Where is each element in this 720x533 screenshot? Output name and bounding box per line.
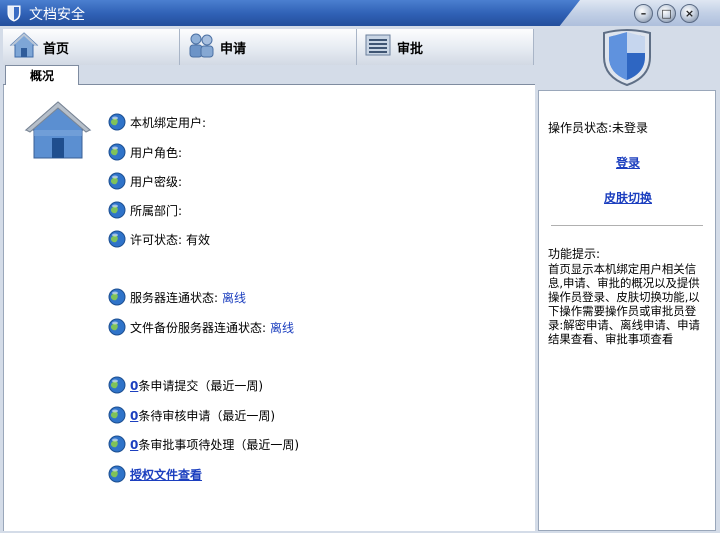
- list-item-server-status: 服务器连通状态: 离线: [108, 288, 246, 306]
- backup-server-status-label: 文件备份服务器连通状态:: [130, 320, 267, 335]
- approval-text: 条审批事项待处理（最近一周): [138, 437, 300, 452]
- license-status-label: 许可状态:: [130, 232, 183, 247]
- globe-icon: [108, 230, 126, 248]
- users-icon: [186, 31, 216, 63]
- globe-icon: [108, 465, 126, 483]
- list-item-user-role: 用户角色:: [108, 143, 182, 161]
- list-item-submitted: 0条申请提交（最近一周): [108, 376, 263, 394]
- tab-home[interactable]: 首页: [3, 29, 180, 65]
- app-shield-icon: [6, 4, 22, 22]
- list-icon: [363, 31, 393, 63]
- tab-apply-label: 申请: [220, 41, 247, 57]
- nav-bar: 首页 申请 审批: [3, 29, 535, 65]
- overview-panel: 本机绑定用户: 用户角色: 用户密级: 所属部门: 许可状态: 有效 服务器连通…: [3, 85, 535, 531]
- shield-logo: [537, 27, 717, 87]
- skin-switch-link[interactable]: 皮肤切换: [539, 189, 717, 206]
- list-item-pending-review: 0条待审核申请（最近一周): [108, 406, 275, 424]
- backup-server-status-value: 离线: [270, 320, 295, 335]
- subtab-bar: 概况: [3, 65, 535, 85]
- globe-icon: [108, 406, 126, 424]
- window-frame: 首页 申请 审批 概况 本机绑定用户: 用户角色: 用户密级: 所属部门: 许可…: [0, 26, 720, 533]
- maximize-button[interactable]: □: [657, 4, 676, 23]
- side-panel: 操作员状态:未登录 登录 皮肤切换 功能提示: 首页显示本机绑定用户相关信息,申…: [538, 90, 716, 531]
- submitted-text: 条申请提交（最近一周): [138, 378, 264, 393]
- globe-icon: [108, 376, 126, 394]
- title-bar-tab: [0, 0, 580, 26]
- close-button[interactable]: ×: [680, 4, 699, 23]
- globe-icon: [108, 143, 126, 161]
- tab-approve[interactable]: 审批: [357, 29, 534, 65]
- list-item-user-clearance: 用户密级:: [108, 172, 182, 190]
- tab-home-label: 首页: [43, 41, 70, 57]
- license-status-value: 有效: [186, 232, 211, 247]
- window-title: 文档安全: [29, 7, 85, 23]
- pending-review-text: 条待审核申请（最近一周): [138, 408, 276, 423]
- house-icon: [24, 100, 92, 163]
- authorized-files-link[interactable]: 授权文件查看: [130, 466, 202, 483]
- operator-status: 操作员状态:未登录: [548, 121, 649, 135]
- minimize-button[interactable]: –: [634, 4, 653, 23]
- tab-overview[interactable]: 概况: [5, 65, 79, 85]
- bound-user-label: 本机绑定用户:: [130, 115, 207, 130]
- tip-text: 首页显示本机绑定用户相关信息,申请、审批的概况以及提供操作员登录、皮肤切换功能,…: [548, 262, 700, 346]
- list-item-authorized-files: 授权文件查看: [108, 465, 202, 483]
- title-bar: 文档安全 – □ ×: [0, 0, 720, 26]
- user-clearance-label: 用户密级:: [130, 174, 183, 189]
- list-item-license-status: 许可状态: 有效: [108, 230, 210, 248]
- globe-icon: [108, 318, 126, 336]
- list-item-approval: 0条审批事项待处理（最近一周): [108, 435, 299, 453]
- tab-approve-label: 审批: [397, 41, 424, 57]
- list-item-backup-server-status: 文件备份服务器连通状态: 离线: [108, 318, 294, 336]
- home-icon: [9, 31, 39, 63]
- globe-icon: [108, 172, 126, 190]
- divider: [551, 225, 703, 226]
- tip-label: 功能提示:: [548, 247, 601, 261]
- list-item-department: 所属部门:: [108, 201, 182, 219]
- shield-icon: [600, 27, 654, 87]
- globe-icon: [108, 288, 126, 306]
- login-link[interactable]: 登录: [539, 154, 717, 171]
- server-status-value: 离线: [222, 290, 247, 305]
- list-item-bound-user: 本机绑定用户:: [108, 113, 206, 131]
- server-status-label: 服务器连通状态:: [130, 290, 219, 305]
- globe-icon: [108, 435, 126, 453]
- user-role-label: 用户角色:: [130, 145, 183, 160]
- department-label: 所属部门:: [130, 203, 183, 218]
- globe-icon: [108, 201, 126, 219]
- tab-apply[interactable]: 申请: [180, 29, 357, 65]
- globe-icon: [108, 113, 126, 131]
